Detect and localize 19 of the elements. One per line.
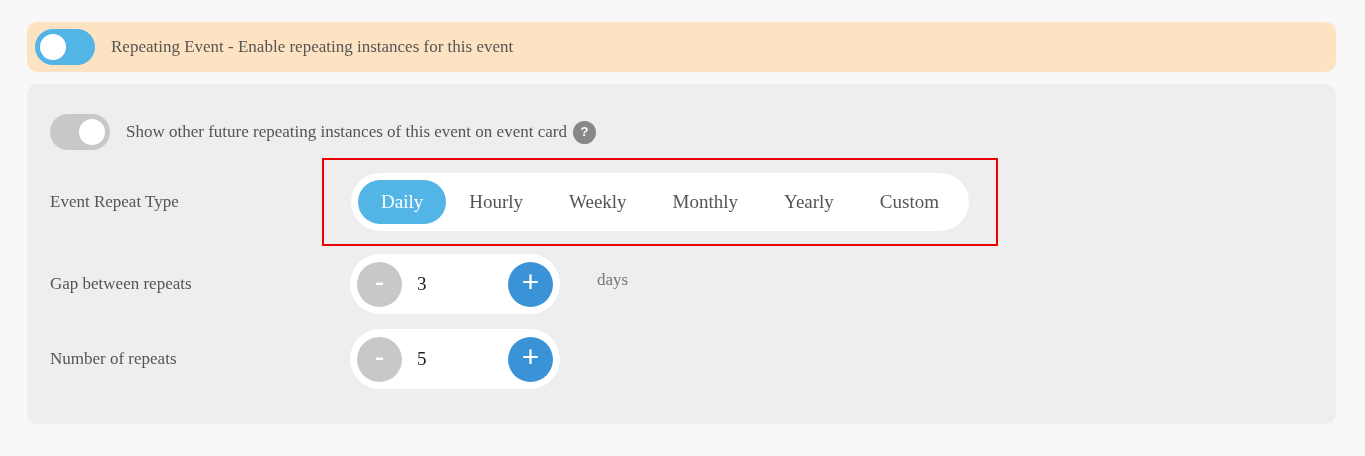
toggle-switch[interactable] (35, 29, 95, 65)
field-label: Number of repeats (50, 348, 178, 371)
toggle-switch[interactable] (50, 114, 110, 150)
field-label: Gap between repeats (50, 273, 193, 296)
repeat-type-option[interactable]: Custom (856, 180, 962, 224)
field-label: Event Repeat Type (50, 191, 180, 214)
repeat-type-option[interactable]: Weekly (546, 180, 650, 224)
banner-label: Repeating Event - Enable repeating instances for this event (111, 36, 514, 59)
toggle-label: Show other future repeating instances of this event on event card (126, 121, 567, 144)
stepper-value: 3 (416, 271, 428, 296)
increment-button[interactable]: + (508, 336, 553, 382)
repeat-type-option[interactable]: Hourly (446, 180, 547, 224)
repeat-type-option[interactable]: Yearly (761, 180, 857, 224)
repeat-type-option[interactable]: Monthly (649, 180, 762, 224)
stepper-value: 5 (416, 346, 428, 371)
help-icon[interactable]: ? (572, 120, 596, 144)
unit-label: days (597, 269, 629, 292)
increment-button[interactable]: + (508, 261, 553, 307)
repeat-type-option[interactable]: Daily (358, 180, 447, 224)
